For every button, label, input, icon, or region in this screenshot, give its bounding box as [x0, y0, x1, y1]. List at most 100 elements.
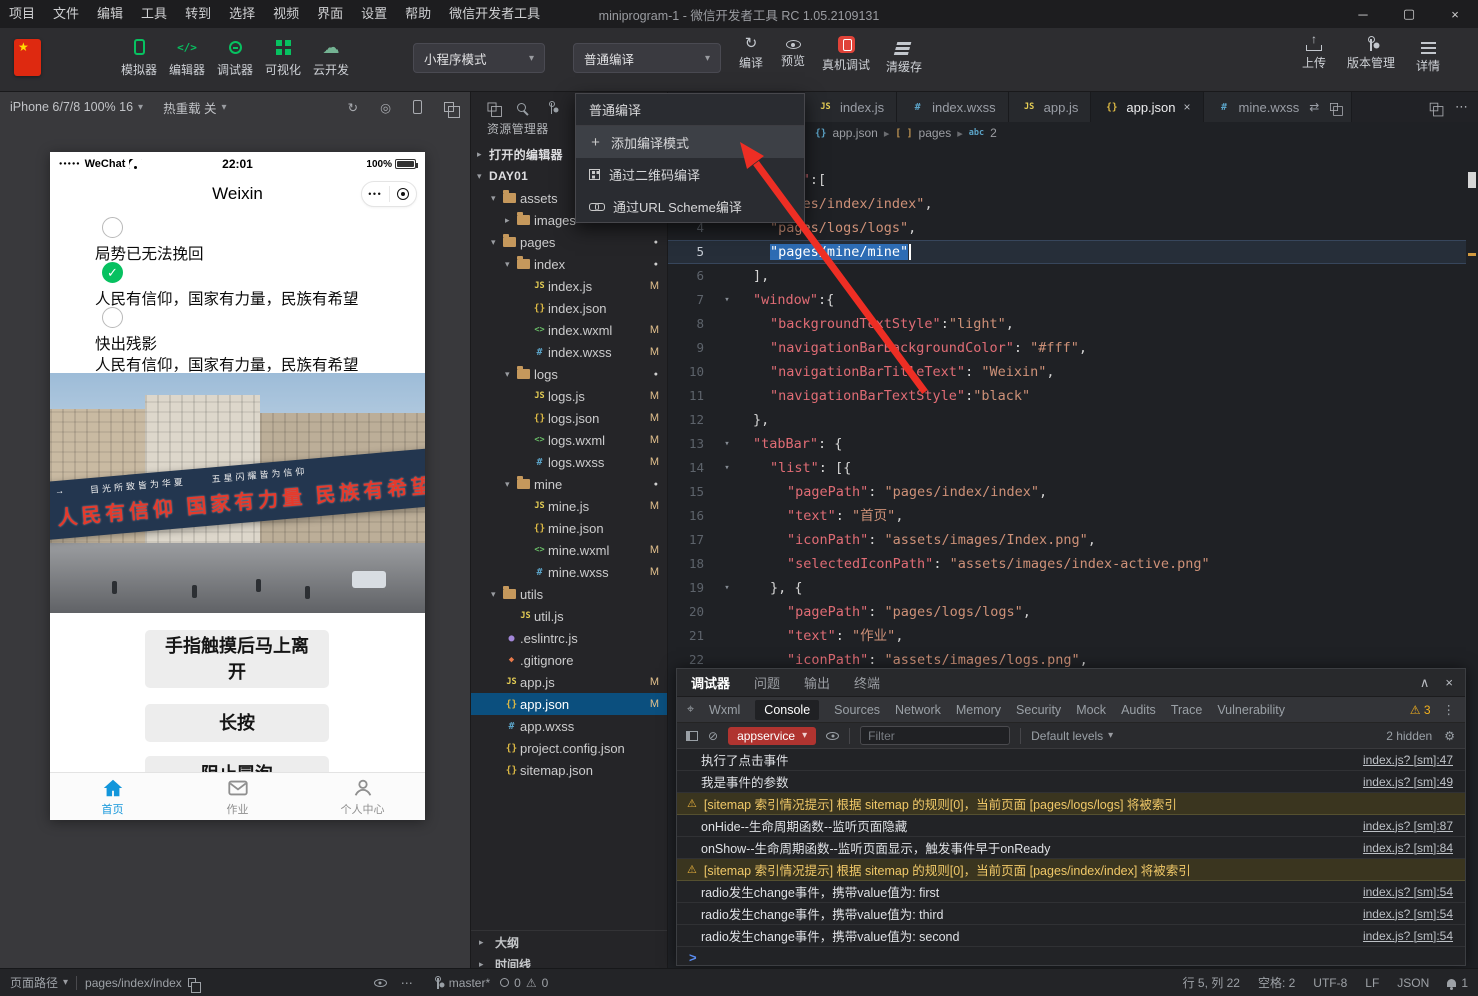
page-path-select[interactable]: 页面路径 ▾ — [10, 974, 68, 991]
avatar[interactable]: ★ — [14, 39, 41, 76]
clear-console-icon[interactable]: ⊘ — [708, 729, 718, 743]
code-line-6[interactable]: 6], — [668, 264, 1466, 288]
tree-item-pages[interactable]: ▾ pages ● — [471, 231, 667, 253]
debugger-toggle-button[interactable]: 调试器 — [212, 36, 258, 78]
editor-scrollbar[interactable] — [1466, 144, 1478, 968]
split-editor-icon[interactable] — [1330, 103, 1344, 116]
more-status-icon[interactable]: ⋯ — [401, 976, 413, 990]
console-settings-icon[interactable]: ⚙ — [1444, 729, 1455, 743]
more-icon[interactable]: ••• — [362, 189, 389, 199]
tree-item-app.js[interactable]: JS app.js M — [471, 671, 667, 693]
hot-reload-select[interactable]: 热重载 关 ▾ — [163, 98, 227, 117]
code-line-10[interactable]: 10 "navigationBarTitleText": "Weixin", — [668, 360, 1466, 384]
tab-index-js[interactable]: JS index.js — [805, 92, 898, 122]
search-icon[interactable] — [517, 102, 526, 112]
tree-item-index.wxss[interactable]: # index.wxss M — [471, 341, 667, 363]
eol[interactable]: LF — [1365, 976, 1379, 990]
menu-tools[interactable]: 工具 — [132, 0, 176, 28]
radio-unchecked[interactable] — [102, 217, 123, 238]
tree-item-logs.json[interactable]: {} logs.json M — [471, 407, 667, 429]
tree-item-index.js[interactable]: JS index.js M — [471, 275, 667, 297]
rotate-icon[interactable]: ↻ — [348, 100, 358, 115]
console-source-link[interactable]: index.js? [sm]:87 — [1363, 819, 1453, 833]
scrollbar-thumb[interactable] — [1468, 172, 1476, 188]
watch-icon[interactable] — [373, 978, 387, 987]
console-sidebar-icon[interactable] — [686, 730, 698, 741]
tab-debugger[interactable]: 调试器 — [691, 673, 730, 692]
fold-icon[interactable]: ▾ — [718, 432, 736, 456]
fold-icon[interactable]: ▾ — [718, 456, 736, 480]
menu-item-add-compile-mode[interactable]: + 添加编译模式 — [576, 126, 804, 158]
radio-checked[interactable]: ✓ — [102, 262, 123, 283]
code-line-14[interactable]: 14 ▾ "list": [{ — [668, 456, 1466, 480]
tree-item-mine.wxss[interactable]: # mine.wxss M — [471, 561, 667, 583]
console-source-link[interactable]: index.js? [sm]:54 — [1363, 929, 1453, 943]
breadcrumb-index[interactable]: 2 — [990, 126, 997, 140]
devtools-tab-trace[interactable]: Trace — [1171, 703, 1203, 717]
tree-item-logs[interactable]: ▾ logs ● — [471, 363, 667, 385]
current-page-path[interactable]: pages/index/index — [85, 976, 182, 990]
menu-item-url-scheme-compile[interactable]: 通过URL Scheme编译 — [576, 190, 804, 222]
language-mode[interactable]: JSON — [1397, 976, 1429, 990]
compare-changes-icon[interactable]: ⇄ — [1309, 100, 1319, 114]
tree-item-index.json[interactable]: {} index.json — [471, 297, 667, 319]
touch-leave-button[interactable]: 手指触摸后马上离开 — [145, 630, 329, 688]
code-line-20[interactable]: 20 "pagePath": "pages/logs/logs", — [668, 600, 1466, 624]
devtools-tab-network[interactable]: Network — [895, 703, 941, 717]
devtools-tab-audits[interactable]: Audits — [1121, 703, 1156, 717]
menu-select[interactable]: 选择 — [220, 0, 264, 28]
devtools-tab-security[interactable]: Security — [1016, 703, 1061, 717]
code-line-18[interactable]: 18 "selectedIconPath": "assets/images/ind… — [668, 552, 1466, 576]
tree-item-mine.wxml[interactable]: <> mine.wxml M — [471, 539, 667, 561]
console-row[interactable]: radio发生change事件，携带value值为: second index.j… — [677, 925, 1465, 947]
console-row[interactable]: onHide--生命周期函数--监听页面隐藏 index.js? [sm]:87 — [677, 815, 1465, 837]
console-source-link[interactable]: index.js? [sm]:54 — [1363, 885, 1453, 899]
code-line-9[interactable]: 9 "navigationBarBackgroundColor": "#fff", — [668, 336, 1466, 360]
code-line-7[interactable]: 7 ▾ "window":{ — [668, 288, 1466, 312]
devtools-tab-wxml[interactable]: Wxml — [709, 703, 740, 717]
warning-count-badge[interactable]: ⚠ 3 — [1410, 703, 1431, 717]
menu-item-normal-compile[interactable]: 普通编译 — [576, 94, 804, 126]
console-source-link[interactable]: index.js? [sm]:84 — [1363, 841, 1453, 855]
code-line-8[interactable]: 8 "backgroundTextStyle":"light", — [668, 312, 1466, 336]
close-icon[interactable]: × — [1432, 0, 1478, 28]
home-capsule-icon[interactable] — [390, 188, 417, 200]
longpress-button[interactable]: 长按 — [145, 704, 329, 742]
console-row[interactable]: radio发生change事件，携带value值为: third index.js… — [677, 903, 1465, 925]
console-row[interactable]: 执行了点击事件 index.js? [sm]:47 — [677, 749, 1465, 771]
tree-item-.eslintrc.js[interactable]: ● .eslintrc.js — [471, 627, 667, 649]
upload-button[interactable]: 上传 — [1292, 36, 1336, 71]
tab-mine-wxss[interactable]: # mine.wxss ⇄ — [1203, 92, 1353, 122]
tab-terminal[interactable]: 终端 — [854, 673, 880, 692]
console-row[interactable]: onShow--生命周期函数--监听页面显示，触发事件早于onReady inde… — [677, 837, 1465, 859]
multi-window-icon[interactable] — [444, 102, 460, 118]
menu-project[interactable]: 项目 — [0, 0, 44, 28]
remote-debug-button[interactable]: 真机调试 — [818, 36, 874, 73]
fold-icon[interactable]: ▾ — [718, 576, 736, 600]
breadcrumb-node[interactable]: pages — [919, 126, 952, 140]
tree-item-util.js[interactable]: JS util.js — [471, 605, 667, 627]
console-source-link[interactable]: index.js? [sm]:49 — [1363, 775, 1453, 789]
collapse-all-icon[interactable] — [487, 102, 502, 117]
close-panel-icon[interactable]: × — [1445, 675, 1453, 691]
simulator-toggle-button[interactable]: 模拟器 — [116, 36, 162, 78]
problems-status[interactable]: 0 ⚠ 0 — [500, 976, 548, 990]
tree-item-mine.js[interactable]: JS mine.js M — [471, 495, 667, 517]
device-select[interactable]: iPhone 6/7/8 100% 16 ▾ — [10, 100, 143, 114]
menu-ui[interactable]: 界面 — [308, 0, 352, 28]
tree-item-app.wxss[interactable]: # app.wxss — [471, 715, 667, 737]
split-editor-icon[interactable] — [1429, 102, 1444, 117]
tab-app-json[interactable]: {} app.json × — [1091, 92, 1204, 122]
console-row[interactable]: ⚠ [sitemap 索引情况提示] 根据 sitemap 的规则[0]，当前页面… — [677, 793, 1465, 815]
code-line-21[interactable]: 21 "text": "作业", — [668, 624, 1466, 648]
close-tab-icon[interactable]: × — [1184, 100, 1191, 114]
tree-item-utils[interactable]: ▾ utils — [471, 583, 667, 605]
tab-home[interactable]: 首页 — [50, 773, 175, 820]
tree-item-index.wxml[interactable]: <> index.wxml M — [471, 319, 667, 341]
tree-item-logs.wxml[interactable]: <> logs.wxml M — [471, 429, 667, 451]
console-row[interactable]: 我是事件的参数 index.js? [sm]:49 — [677, 771, 1465, 793]
menu-devtools[interactable]: 微信开发者工具 — [440, 0, 549, 28]
capsule-button[interactable]: ••• — [361, 181, 417, 207]
menu-video[interactable]: 视频 — [264, 0, 308, 28]
code-line-16[interactable]: 16 "text": "首页", — [668, 504, 1466, 528]
